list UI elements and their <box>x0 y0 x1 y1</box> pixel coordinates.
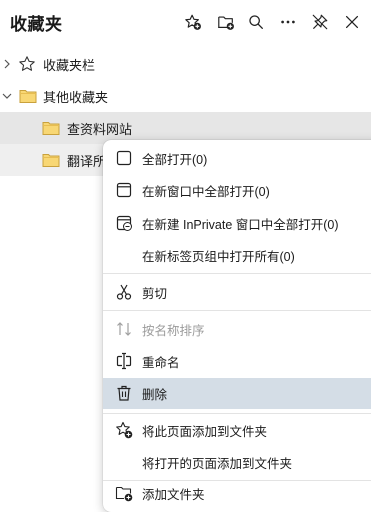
more-options-button[interactable] <box>273 8 303 36</box>
menu-divider <box>103 273 371 274</box>
panel-title: 收藏夹 <box>10 15 63 34</box>
more-icon <box>281 20 295 24</box>
tree-item-label: 其他收藏夹 <box>43 89 109 105</box>
add-folder-button[interactable] <box>211 8 241 36</box>
menu-item-label: 删除 <box>142 388 168 402</box>
panel-header: 收藏夹 <box>0 0 371 44</box>
menu-divider <box>103 413 371 414</box>
window-icon <box>116 182 132 198</box>
menu-rename[interactable]: 重命名 <box>103 346 371 377</box>
menu-item-label: 在新标签页组中打开所有(0) <box>142 250 295 264</box>
menu-open-all[interactable]: 全部打开(0) <box>103 143 371 174</box>
pin-icon <box>312 14 328 30</box>
menu-add-folder[interactable]: 添加文件夹 <box>103 478 371 509</box>
add-favorite-icon <box>116 421 133 439</box>
add-favorite-button[interactable] <box>178 8 208 36</box>
rename-icon <box>116 352 132 370</box>
folder-icon <box>19 90 37 103</box>
menu-item-label: 添加文件夹 <box>142 488 205 502</box>
context-menu: 全部打开(0) 在新窗口中全部打开(0) 在新建 InPrivate 窗口中全部… <box>103 140 371 512</box>
add-folder-icon <box>218 16 234 30</box>
tree-item-label: 翻译所 <box>67 153 107 169</box>
menu-item-label: 将打开的页面添加到文件夹 <box>142 457 293 471</box>
tree-item-label: 收藏夹栏 <box>43 57 96 73</box>
tab-icon <box>116 150 132 166</box>
close-icon <box>345 15 359 29</box>
close-button[interactable] <box>337 8 367 36</box>
menu-cut[interactable]: 剪切 <box>103 277 371 308</box>
inprivate-window-icon <box>116 215 132 231</box>
tree-item-label: 查资料网站 <box>67 121 133 137</box>
menu-divider <box>103 310 371 311</box>
menu-item-label: 按名称排序 <box>142 324 205 338</box>
star-icon <box>19 56 35 71</box>
chevron-down-icon[interactable] <box>2 91 12 101</box>
search-icon <box>249 15 263 29</box>
trash-icon <box>117 385 131 401</box>
menu-open-all-new-window[interactable]: 在新窗口中全部打开(0) <box>103 175 371 206</box>
add-favorite-icon <box>185 14 201 30</box>
menu-open-all-new-tab-group[interactable]: 在新标签页组中打开所有(0) <box>103 240 371 271</box>
menu-add-page-to-folder[interactable]: 将此页面添加到文件夹 <box>103 415 371 446</box>
menu-item-label: 将此页面添加到文件夹 <box>142 425 268 439</box>
scissors-icon <box>116 284 132 300</box>
tree-item-favorites-bar[interactable]: 收藏夹栏 <box>0 48 371 80</box>
folder-icon <box>42 122 60 135</box>
menu-sort-by-name: 按名称排序 <box>103 314 371 345</box>
menu-item-label: 在新建 InPrivate 窗口中全部打开(0) <box>142 218 339 232</box>
add-folder-icon <box>115 486 133 502</box>
menu-item-label: 重命名 <box>142 356 180 370</box>
folder-icon <box>42 154 60 167</box>
chevron-right-icon[interactable] <box>2 59 12 69</box>
pin-button[interactable] <box>305 8 335 36</box>
menu-item-label: 剪切 <box>142 287 168 301</box>
menu-item-label: 全部打开(0) <box>142 153 208 167</box>
search-button[interactable] <box>241 8 271 36</box>
menu-open-all-inprivate[interactable]: 在新建 InPrivate 窗口中全部打开(0) <box>103 208 371 239</box>
menu-add-open-pages-to-folder[interactable]: 将打开的页面添加到文件夹 <box>103 447 371 478</box>
tree-item-other-favorites[interactable]: 其他收藏夹 <box>0 80 371 112</box>
sort-icon <box>117 322 131 336</box>
menu-delete[interactable]: 删除 <box>103 378 371 409</box>
menu-item-label: 在新窗口中全部打开(0) <box>142 185 270 199</box>
